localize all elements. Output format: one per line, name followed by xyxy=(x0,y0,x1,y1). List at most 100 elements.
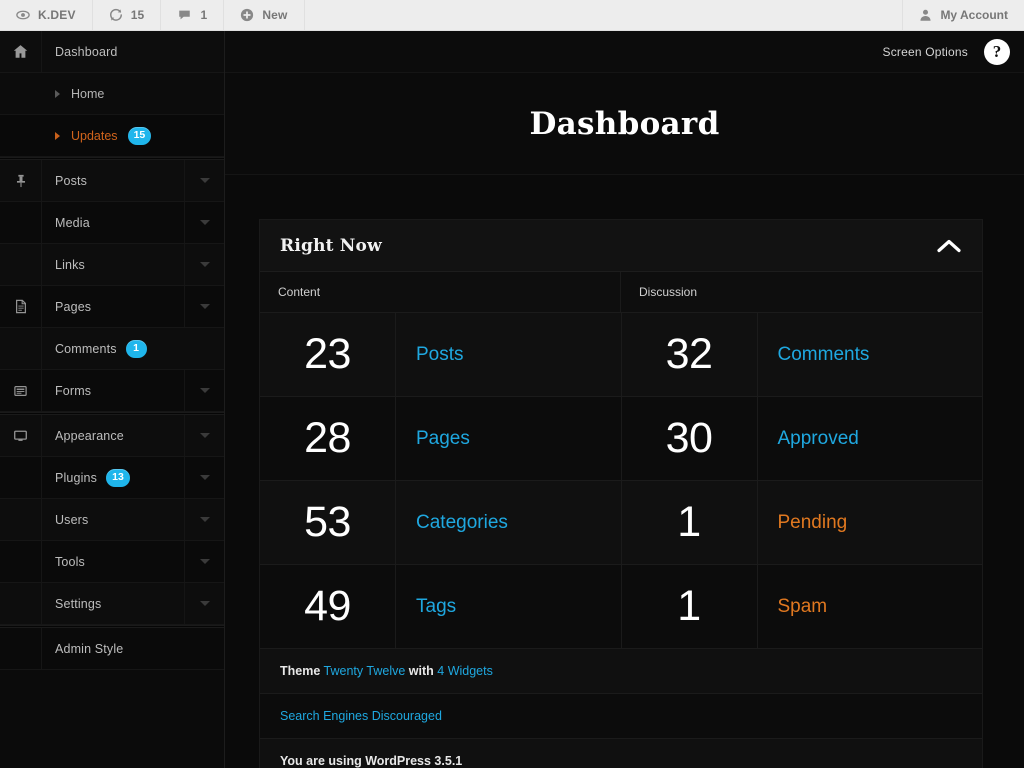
chevron-down-icon[interactable] xyxy=(184,244,224,285)
chevron-down-icon[interactable] xyxy=(184,202,224,243)
discussion-count: 1 xyxy=(622,565,758,648)
sidebar-item-users[interactable]: Users xyxy=(0,499,224,541)
sidebar-item-appearance[interactable]: Appearance xyxy=(0,415,224,457)
screen-meta-bar: Screen Options ? xyxy=(225,31,1024,73)
sidebar-item-tools-label: Tools xyxy=(42,555,184,569)
theme-name-link[interactable]: Twenty Twelve xyxy=(324,664,406,678)
adminbar-new-button[interactable]: New xyxy=(224,0,304,30)
discussion-link-approved[interactable]: Approved xyxy=(758,397,983,480)
sidebar-item-comments-label: Comments 1 xyxy=(42,340,224,358)
sidebar-item-users-label: Users xyxy=(42,513,184,527)
tools-icon-slot xyxy=(0,541,42,582)
discussion-count: 1 xyxy=(622,481,758,564)
content-count: 53 xyxy=(260,481,396,564)
links-icon-slot xyxy=(0,244,42,285)
version-row: You are using WordPress 3.5.1 xyxy=(260,739,982,768)
form-icon xyxy=(0,370,42,411)
discussion-link-comments[interactable]: Comments xyxy=(758,313,983,396)
chevron-down-icon[interactable] xyxy=(184,370,224,411)
panel-header: Right Now xyxy=(260,220,982,272)
sidebar-dashboard-label: Dashboard xyxy=(42,45,224,59)
sidebar-plugins-text: Plugins xyxy=(55,471,97,485)
table-row: 23 Posts 32 Comments xyxy=(260,313,982,397)
discussion-link-spam[interactable]: Spam xyxy=(758,565,983,648)
sidebar-item-posts-label: Posts xyxy=(42,174,184,188)
chevron-down-icon[interactable] xyxy=(184,457,224,498)
sidebar-item-appearance-label: Appearance xyxy=(42,429,184,443)
adminbar-spacer xyxy=(305,0,903,30)
adminbar-my-account[interactable]: My Account xyxy=(902,0,1024,30)
sidebar-plugins-badge: 13 xyxy=(106,469,130,487)
screen-options-button[interactable]: Screen Options xyxy=(882,45,968,59)
sidebar-item-admin-style-label: Admin Style xyxy=(42,642,224,656)
sidebar-item-posts[interactable]: Posts xyxy=(0,160,224,202)
chevron-up-icon[interactable] xyxy=(936,238,962,254)
theme-prefix: Theme xyxy=(280,664,320,678)
table-row: 49 Tags 1 Spam xyxy=(260,565,982,649)
discussion-count: 30 xyxy=(622,397,758,480)
discussion-count: 32 xyxy=(622,313,758,396)
sidebar-subitem-updates[interactable]: Updates 15 xyxy=(0,115,224,157)
sidebar-item-settings[interactable]: Settings xyxy=(0,583,224,625)
page-title: Dashboard xyxy=(529,106,719,142)
sidebar-item-media[interactable]: Media xyxy=(0,202,224,244)
content-area: Right Now Content Discussion 23 Posts 32… xyxy=(225,175,1024,768)
content-count: 28 xyxy=(260,397,396,480)
sidebar-item-dashboard[interactable]: Dashboard xyxy=(0,31,224,73)
chevron-down-icon[interactable] xyxy=(184,541,224,582)
content-link-tags[interactable]: Tags xyxy=(396,565,622,648)
home-icon xyxy=(0,31,42,72)
sidebar-subitem-home[interactable]: Home xyxy=(0,73,224,115)
widgets-link[interactable]: 4 Widgets xyxy=(437,664,493,678)
content-link-pages[interactable]: Pages xyxy=(396,397,622,480)
sidebar-item-pages[interactable]: Pages xyxy=(0,286,224,328)
eye-icon xyxy=(16,8,30,22)
sidebar-item-settings-label: Settings xyxy=(42,597,184,611)
admin-style-icon-slot xyxy=(0,628,42,669)
pin-icon xyxy=(0,160,42,201)
adminbar-comments-count: 1 xyxy=(200,8,207,22)
panel-title: Right Now xyxy=(280,236,382,256)
chevron-down-icon[interactable] xyxy=(184,583,224,624)
discussion-link-pending[interactable]: Pending xyxy=(758,481,983,564)
table-row: 53 Categories 1 Pending xyxy=(260,481,982,565)
adminbar-updates[interactable]: 15 xyxy=(93,0,162,30)
sidebar-item-plugins-label: Plugins 13 xyxy=(42,469,184,487)
theme-middle: with xyxy=(409,664,434,678)
sidebar-subitem-updates-label: Updates xyxy=(71,129,118,143)
sidebar-item-admin-style[interactable]: Admin Style xyxy=(0,628,224,670)
sidebar-item-links-label: Links xyxy=(42,258,184,272)
settings-icon-slot xyxy=(0,583,42,624)
search-engines-link[interactable]: Search Engines Discouraged xyxy=(280,709,442,723)
table-row: 28 Pages 30 Approved xyxy=(260,397,982,481)
content-link-posts[interactable]: Posts xyxy=(396,313,622,396)
sidebar-item-forms[interactable]: Forms xyxy=(0,370,224,412)
version-text: You are using WordPress 3.5.1 xyxy=(280,754,462,768)
sidebar-item-tools[interactable]: Tools xyxy=(0,541,224,583)
plugins-icon-slot xyxy=(0,457,42,498)
sidebar-item-plugins[interactable]: Plugins 13 xyxy=(0,457,224,499)
sidebar-item-comments[interactable]: Comments 1 xyxy=(0,328,224,370)
search-engines-row: Search Engines Discouraged xyxy=(260,694,982,739)
chevron-down-icon[interactable] xyxy=(184,415,224,456)
admin-sidebar: Dashboard Home Updates 15 Posts Media Li… xyxy=(0,31,225,768)
monitor-icon xyxy=(0,415,42,456)
media-icon-slot xyxy=(0,202,42,243)
triangle-right-icon xyxy=(55,90,60,98)
adminbar-new-label: New xyxy=(262,8,287,22)
comments-icon-slot xyxy=(0,328,42,369)
users-icon-slot xyxy=(0,499,42,540)
adminbar-site-name[interactable]: K.DEV xyxy=(0,0,93,30)
triangle-right-icon xyxy=(55,132,60,140)
content-link-categories[interactable]: Categories xyxy=(396,481,622,564)
sidebar-item-links[interactable]: Links xyxy=(0,244,224,286)
adminbar-comments[interactable]: 1 xyxy=(161,0,224,30)
sidebar-subitem-home-label: Home xyxy=(71,87,104,101)
chevron-down-icon[interactable] xyxy=(184,286,224,327)
sidebar-comments-text: Comments xyxy=(55,342,117,356)
user-icon xyxy=(919,8,932,22)
chevron-down-icon[interactable] xyxy=(184,160,224,201)
sidebar-updates-badge: 15 xyxy=(128,127,152,145)
chevron-down-icon[interactable] xyxy=(184,499,224,540)
help-icon[interactable]: ? xyxy=(984,39,1010,65)
